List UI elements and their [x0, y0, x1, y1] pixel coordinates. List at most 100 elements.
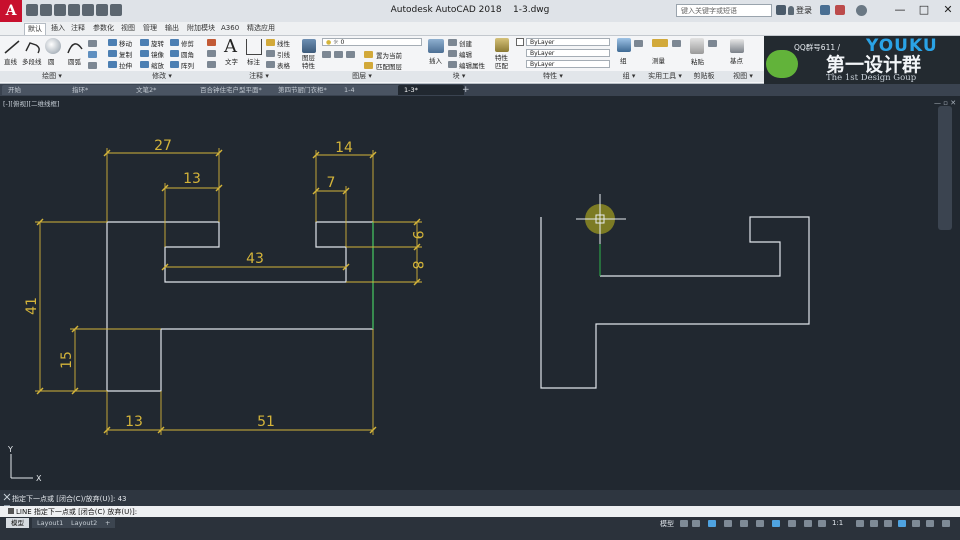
utilities-panel-footer[interactable]: 实用工具 ▾ — [644, 71, 687, 82]
block-panel-footer[interactable]: 块 ▾ — [426, 71, 493, 82]
file-tab-floorplan[interactable]: 百合钟住宅户型平面* — [194, 85, 276, 95]
erase-icon[interactable] — [207, 39, 216, 46]
layer-dropdown[interactable]: ● ☼ 0 — [322, 38, 422, 46]
osnap-tracking-icon[interactable] — [756, 520, 764, 527]
tab-view[interactable]: 视图 — [118, 23, 138, 34]
save-icon[interactable] — [54, 4, 66, 16]
model-space-button[interactable]: 模型 — [660, 519, 674, 529]
fullscreen-icon[interactable] — [942, 520, 950, 527]
match-layer-icon[interactable] — [364, 62, 373, 69]
isolate-icon[interactable] — [884, 520, 892, 527]
table-icon[interactable] — [266, 61, 275, 68]
exchange-icon[interactable] — [820, 5, 830, 15]
close-button[interactable]: ✕ — [936, 1, 960, 19]
file-tab-wardrobe[interactable]: 第四节厨门衣柜* — [272, 85, 342, 95]
layers-panel-footer[interactable]: 图层 ▾ — [298, 71, 427, 82]
layer-tool-icon[interactable] — [322, 51, 331, 58]
text-icon[interactable]: A — [224, 36, 237, 57]
hardware-acceleration-icon[interactable] — [898, 520, 906, 527]
modify-panel-footer[interactable]: 修改 ▾ — [104, 71, 221, 82]
match-properties-icon[interactable] — [495, 38, 509, 52]
new-file-icon[interactable] — [26, 4, 38, 16]
annotation-panel-footer[interactable]: 注释 ▾ — [220, 71, 299, 82]
open-file-icon[interactable] — [40, 4, 52, 16]
move-icon[interactable] — [108, 39, 117, 46]
layout-tab-layout2[interactable]: Layout2 — [66, 518, 103, 528]
ungroup-icon[interactable] — [634, 40, 643, 47]
layer-lock-icon[interactable] — [346, 51, 355, 58]
layout-tab-layout1[interactable]: Layout1 — [32, 518, 69, 528]
redo-icon[interactable] — [110, 4, 122, 16]
groups-panel-footer[interactable]: 组 ▾ — [614, 71, 645, 82]
tab-addins[interactable]: 附加模块 — [184, 23, 218, 34]
copy-clip-icon[interactable] — [708, 40, 717, 47]
color-dropdown[interactable]: ByLayer — [526, 38, 610, 46]
minimize-button[interactable]: — — [888, 1, 912, 19]
fillet-icon[interactable] — [170, 50, 179, 57]
explode-icon[interactable] — [207, 50, 216, 57]
customize-icon[interactable] — [926, 520, 934, 527]
leader-icon[interactable] — [266, 50, 275, 57]
edit-attributes-icon[interactable] — [448, 61, 457, 68]
paste-icon[interactable] — [690, 38, 704, 54]
rectangle-icon[interactable] — [88, 40, 97, 47]
rotate-icon[interactable] — [140, 39, 149, 46]
lineweight-dropdown[interactable]: ByLayer — [526, 60, 610, 68]
layout-tab-add[interactable]: + — [100, 518, 116, 528]
layout-tab-model[interactable]: 模型 — [6, 518, 29, 528]
search-input[interactable]: 键入关键字或短语 — [676, 4, 772, 17]
tab-default[interactable]: 默认 — [24, 23, 46, 35]
circle-icon[interactable] — [45, 38, 61, 54]
ortho-icon[interactable] — [708, 520, 716, 527]
annotation-scale[interactable]: 1:1 — [832, 519, 843, 527]
make-current-icon[interactable] — [364, 51, 373, 58]
measure-icon[interactable] — [652, 39, 668, 47]
copy-icon[interactable] — [108, 50, 117, 57]
tab-output[interactable]: 输出 — [162, 23, 182, 34]
search-icon[interactable] — [776, 5, 786, 15]
application-menu-button[interactable]: A — [0, 0, 22, 22]
region-icon[interactable] — [88, 62, 97, 69]
polar-icon[interactable] — [724, 520, 732, 527]
transparency-icon[interactable] — [804, 520, 812, 527]
draw-panel-footer[interactable]: 绘图 ▾ — [0, 71, 105, 82]
dimension-icon[interactable] — [246, 39, 262, 55]
file-tab-ring[interactable]: 指环* — [66, 85, 134, 95]
stretch-icon[interactable] — [108, 61, 117, 68]
tab-annotate[interactable]: 注释 — [68, 23, 88, 34]
undo-icon[interactable] — [96, 4, 108, 16]
object-snap-icon[interactable] — [772, 520, 780, 527]
command-input[interactable] — [0, 506, 960, 517]
a360-icon[interactable] — [835, 5, 845, 15]
offset-icon[interactable] — [207, 61, 216, 68]
group-icon[interactable] — [617, 38, 631, 52]
mirror-icon[interactable] — [140, 50, 149, 57]
clean-screen-icon[interactable] — [912, 520, 920, 527]
file-tab-start[interactable]: 开始 — [2, 85, 70, 95]
save-as-icon[interactable] — [68, 4, 80, 16]
snap-icon[interactable] — [692, 520, 700, 527]
base-view-icon[interactable] — [730, 39, 744, 53]
clipboard-panel-footer[interactable]: 剪贴板 — [686, 71, 723, 82]
create-block-icon[interactable] — [448, 39, 457, 46]
layer-properties-icon[interactable] — [302, 39, 316, 53]
layer-freeze-icon[interactable] — [334, 51, 343, 58]
workspace-gear-icon[interactable] — [856, 520, 864, 527]
scale-icon[interactable] — [140, 61, 149, 68]
line-icon[interactable] — [3, 39, 21, 55]
hatch-icon[interactable] — [88, 51, 97, 58]
properties-panel-footer[interactable]: 特性 ▾ — [492, 71, 615, 82]
file-tab-pen2[interactable]: 文笔2* — [130, 85, 198, 95]
edit-block-icon[interactable] — [448, 50, 457, 57]
maximize-button[interactable]: □ — [912, 1, 936, 19]
help-icon[interactable] — [856, 5, 867, 16]
print-icon[interactable] — [82, 4, 94, 16]
grid-icon[interactable] — [680, 520, 688, 527]
sign-in-link[interactable]: 登录 — [796, 5, 812, 16]
array-icon[interactable] — [170, 61, 179, 68]
file-tab-1-4[interactable]: 1-4 — [338, 85, 404, 95]
tab-a360[interactable]: A360 — [218, 23, 242, 34]
linear-dim-icon[interactable] — [266, 39, 275, 46]
isodraft-icon[interactable] — [740, 520, 748, 527]
trim-icon[interactable] — [170, 39, 179, 46]
